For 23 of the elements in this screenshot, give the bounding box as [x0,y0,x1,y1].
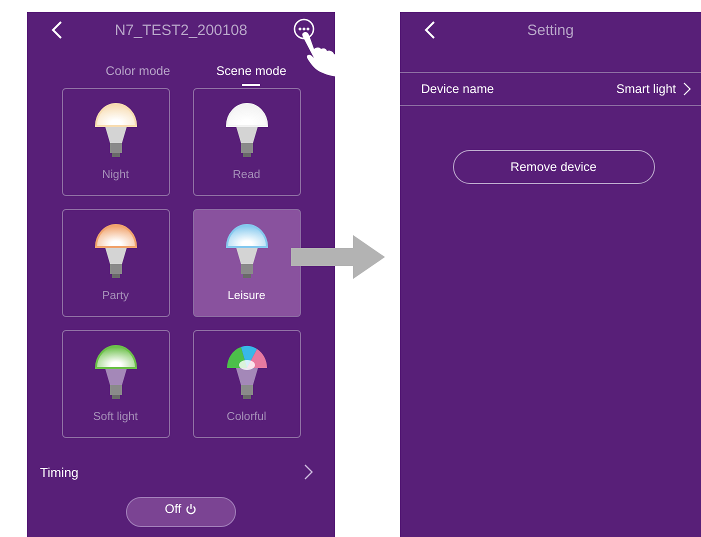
device-title: N7_TEST2_200108 [114,22,248,38]
scene-tile[interactable]: Colorful [192,330,300,438]
timing-row[interactable]: Timing [27,464,335,480]
mode-tab[interactable]: Scene mode [208,60,294,88]
arrow-icon [291,235,385,279]
scene-tile[interactable]: Night [62,88,170,196]
settings-title: Setting [527,22,574,38]
device-name-label: Device name [421,82,494,96]
chevron-right-icon [683,82,691,96]
back-icon[interactable] [424,21,436,39]
device-name-value: Smart light [616,82,676,96]
mode-tab[interactable]: Color mode [98,60,178,88]
scene-tile[interactable]: Party [62,209,170,317]
power-off-button[interactable]: Off [126,497,236,527]
scene-tile[interactable]: Soft light [62,330,170,438]
device-name-row[interactable]: Device name Smart light [400,72,701,106]
scene-tile[interactable]: Read [192,88,300,196]
chevron-right-icon [304,464,313,480]
more-icon[interactable] [293,18,315,40]
power-icon [185,503,198,515]
scene-tile[interactable]: Leisure [192,209,300,317]
remove-device-button[interactable]: Remove device [452,150,654,184]
back-icon[interactable] [51,21,63,39]
